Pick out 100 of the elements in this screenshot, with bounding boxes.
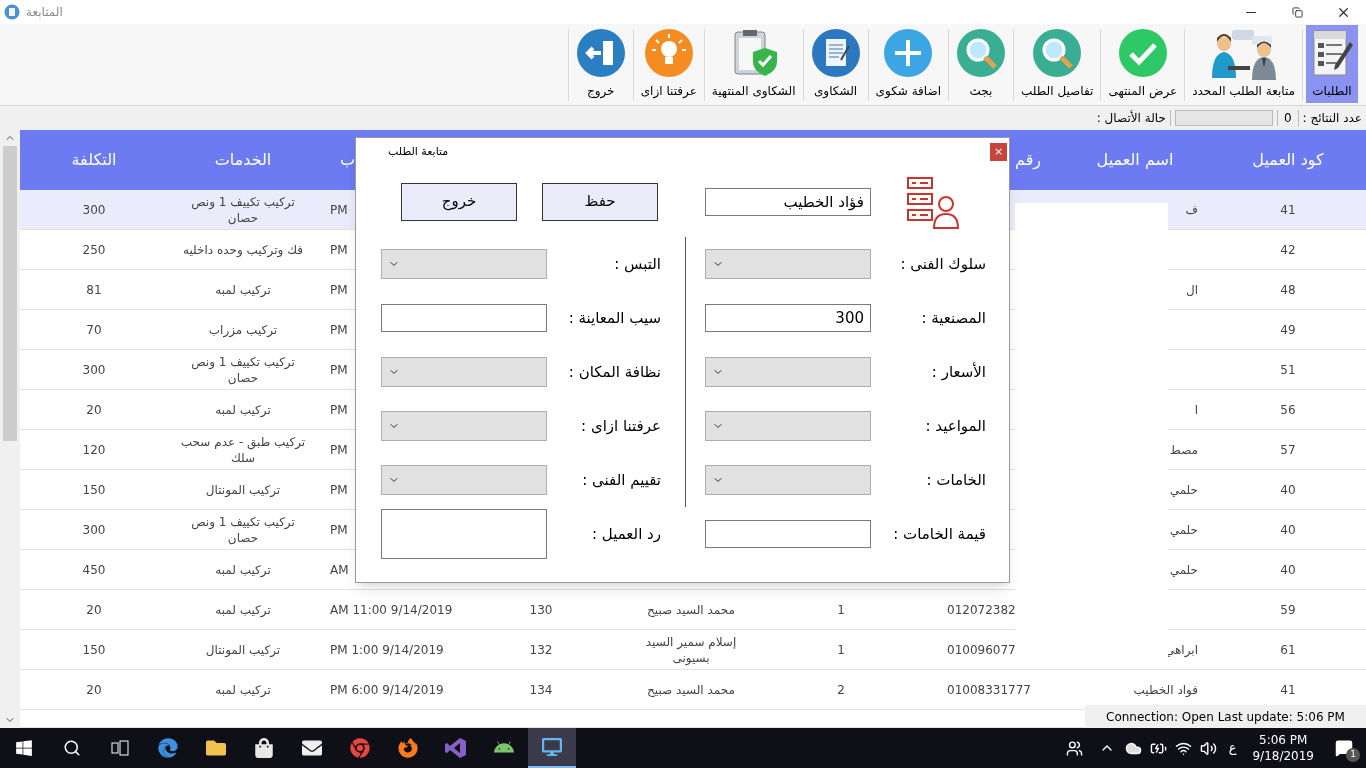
- table-cell: ابراهي: [1165, 641, 1198, 658]
- table-cell: تركيب لمبه: [215, 561, 271, 578]
- table-cell: 20: [86, 681, 102, 698]
- close-button[interactable]: ×: [990, 143, 1007, 161]
- toolbar-button[interactable]: الشكاوى المنتهية: [707, 25, 800, 103]
- table-cell: 40: [1280, 561, 1296, 578]
- table-cell: حلمي: [1169, 521, 1198, 538]
- window-title: المتابعة: [26, 4, 63, 21]
- table-cell: 81: [86, 281, 102, 298]
- table-cell: PM 1:00 9/14/2019: [330, 641, 444, 658]
- toolbar-button[interactable]: خروج: [571, 25, 630, 103]
- table-cell: 56: [1280, 401, 1296, 418]
- table-cell: تركيب لمبه: [215, 601, 271, 618]
- column-header[interactable]: اسم العميل: [1096, 148, 1174, 172]
- results-count: 0: [1282, 110, 1293, 127]
- table-cell: PM: [330, 201, 348, 218]
- dialog-title: متابعة الطلب: [388, 143, 449, 160]
- table-cell: 010096077: [947, 641, 1016, 658]
- table-cell: محمد السيد صبيح: [647, 681, 735, 698]
- table-cell: PM: [330, 401, 348, 418]
- table-cell: محمد السيد صبيح: [647, 601, 735, 618]
- toolbar-button[interactable]: تفاصيل الطلب: [1017, 25, 1098, 103]
- table-cell: 120: [82, 441, 106, 458]
- column-header[interactable]: كود العميل: [1252, 148, 1324, 172]
- table-cell: مصط: [1169, 441, 1198, 458]
- toolbar-button[interactable]: اضافة شكوى: [871, 25, 945, 103]
- connection-status: Connection: Open Last update: 5:06 PM: [1085, 705, 1366, 728]
- table-cell: 1: [837, 601, 845, 618]
- column-header[interactable]: التكلفة: [71, 148, 117, 172]
- table-cell: 20: [86, 601, 102, 618]
- field-label: المصنعية :: [920, 307, 986, 329]
- table-cell: PM 6:00 9/14/2019: [330, 681, 444, 698]
- table-cell: PM: [330, 321, 348, 338]
- field-label: نظافة المكان :: [567, 361, 661, 383]
- table-cell: تركيب المونتال: [205, 641, 281, 658]
- table-cell: 01008331777: [947, 681, 1031, 698]
- table-cell: 132: [529, 641, 553, 658]
- table-cell: 40: [1280, 481, 1296, 498]
- table-cell: 57: [1280, 441, 1296, 458]
- table-cell: 61: [1280, 641, 1296, 658]
- field-label: سيب المعاينة :: [567, 307, 661, 329]
- table-cell: 48: [1280, 281, 1296, 298]
- table-cell: PM: [330, 441, 348, 458]
- column-header[interactable]: الخدمات: [214, 148, 272, 172]
- table-cell: حلمي: [1169, 561, 1198, 578]
- table-cell: 49: [1280, 321, 1296, 338]
- table-cell: 41: [1280, 681, 1296, 698]
- table-cell: 20: [86, 401, 102, 418]
- column-header[interactable]: رقم: [1015, 148, 1042, 172]
- table-cell: PM: [330, 481, 348, 498]
- notification-badge: 1: [1346, 748, 1360, 762]
- connection-label: حالة الأتصال :: [1096, 109, 1166, 127]
- toolbar-button[interactable]: عرض المنتهى: [1104, 25, 1182, 103]
- table-cell: فواد الخطيب: [1133, 681, 1198, 698]
- field-label: تقييم الفنى :: [581, 469, 661, 491]
- table-cell-text: تركيب تكييف 1 ونص حصان: [190, 353, 296, 386]
- table-cell: 42: [1280, 241, 1296, 258]
- table-cell: 250: [82, 241, 106, 258]
- table-cell-text: تركيب تكييف 1 ونص حصان: [190, 513, 296, 546]
- field-label: سلوك الفنى :: [899, 253, 986, 275]
- toolbar-button[interactable]: متابعة الطلب المحدد: [1188, 25, 1299, 103]
- field-label: رد العميل :: [590, 523, 661, 545]
- table-cell: 40: [1280, 521, 1296, 538]
- table-cell: 130: [529, 601, 553, 618]
- toolbar-button[interactable]: عرفتنا ازاى: [636, 25, 701, 103]
- field-label: قيمة الخامات :: [892, 523, 986, 545]
- table-cell: تركيب لمبه: [215, 681, 271, 698]
- field-label: التبس :: [613, 253, 661, 275]
- table-cell: 150: [82, 641, 106, 658]
- table-cell: PM: [330, 281, 348, 298]
- table-cell: AM: [330, 561, 349, 578]
- table-cell: 450: [82, 561, 106, 578]
- name-field[interactable]: فؤاد الخطيب: [705, 187, 871, 216]
- toolbar-button[interactable]: بجث: [952, 25, 1010, 103]
- table-cell-text: إسلام سمير السيد بسيونى: [644, 633, 738, 666]
- toolbar-button[interactable]: الشكاوى: [806, 25, 865, 103]
- table-cell: AM 11:00 9/14/2019: [330, 601, 453, 618]
- toolbar-button[interactable]: الطلبات: [1306, 25, 1358, 103]
- table-cell: 1: [837, 641, 845, 658]
- table-cell: فك وتركيب وحده داخليه: [182, 241, 304, 258]
- dialog-button[interactable]: خروج: [401, 182, 517, 221]
- language-indicator[interactable]: ع: [1228, 738, 1237, 758]
- table-cell: 70: [86, 321, 102, 338]
- table-cell: 41: [1280, 201, 1296, 218]
- field-label: الخامات :: [925, 469, 986, 491]
- table-cell: PM: [330, 521, 348, 538]
- clock[interactable]: 5:06 PM 9/18/2019: [1244, 732, 1322, 764]
- dialog-button[interactable]: حفظ: [542, 182, 658, 221]
- table-cell: 59: [1280, 601, 1296, 618]
- table-cell: 134: [529, 681, 553, 698]
- table-cell: 300: [82, 201, 106, 218]
- table-cell: تركيب المونتال: [205, 481, 281, 498]
- column-header[interactable]: ب: [340, 148, 356, 172]
- table-cell: تركيب لمبه: [215, 401, 271, 418]
- table-cell: PM: [330, 241, 348, 258]
- text-field[interactable]: 300: [705, 304, 871, 332]
- table-cell: تركيب لمبه: [215, 281, 271, 298]
- table-cell-text: تركيب تكييف 1 ونص حصان: [190, 193, 296, 226]
- results-label: عدد النتائج :: [1302, 110, 1362, 127]
- field-label: الأسعار :: [930, 361, 986, 383]
